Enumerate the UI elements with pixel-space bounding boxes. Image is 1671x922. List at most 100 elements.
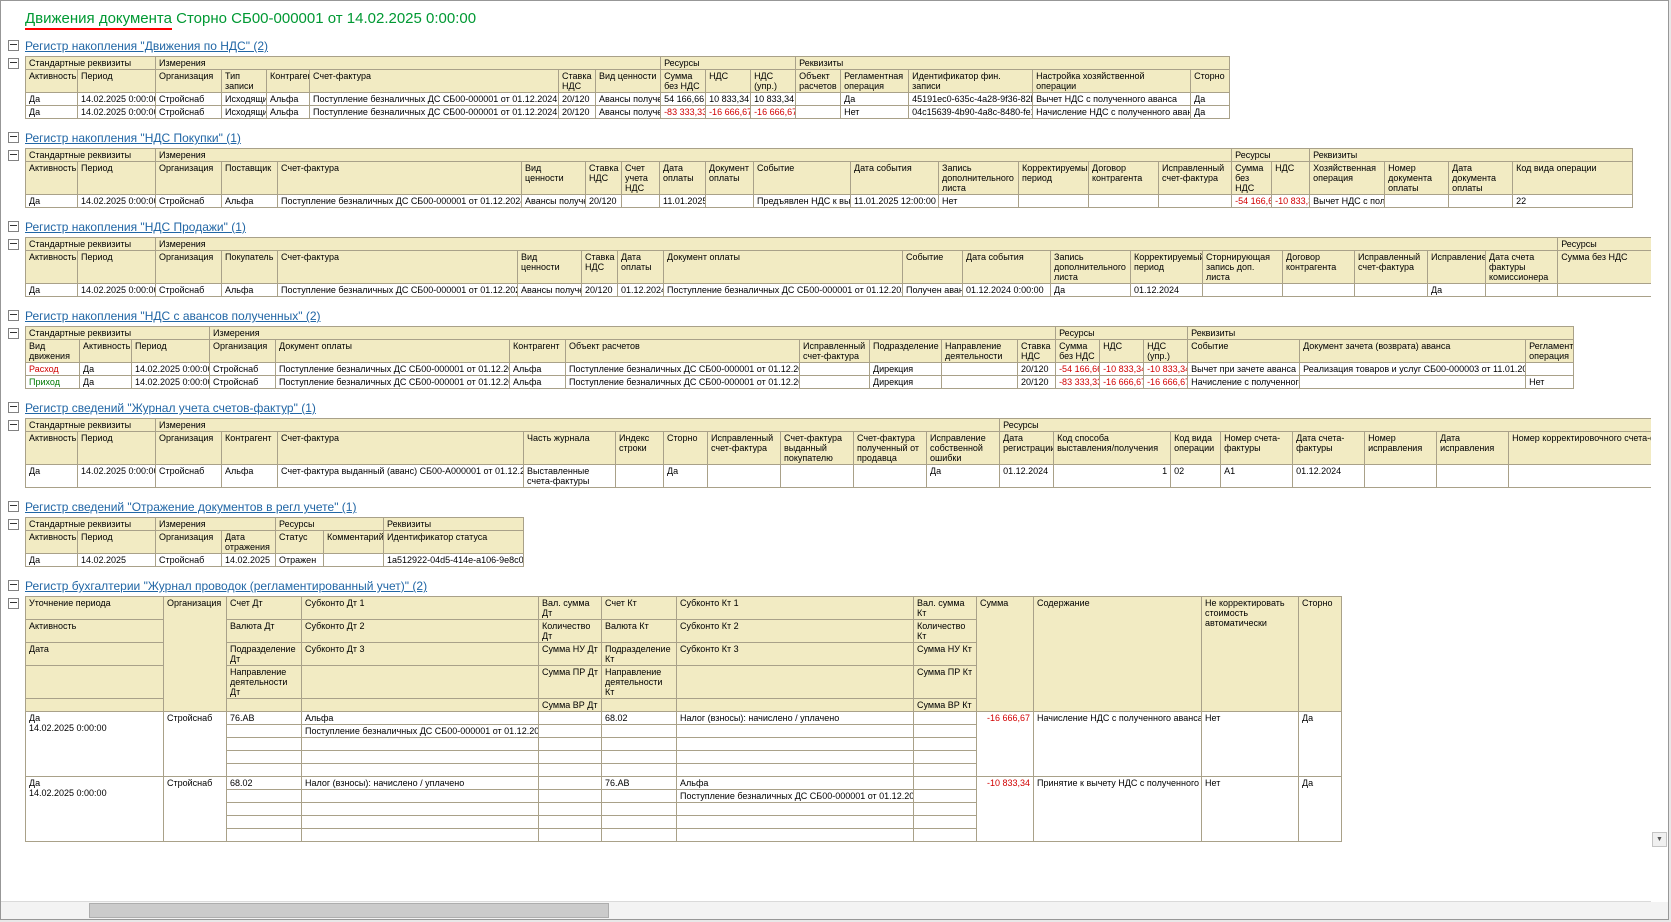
cell[interactable]: Счет-фактура выданный (аванс) СБ00-А0000…: [277, 464, 525, 488]
vertical-scrollbar[interactable]: ▼: [1651, 1, 1668, 902]
cell[interactable]: [913, 763, 977, 777]
cell[interactable]: Да: [926, 464, 1001, 488]
collapse-icon[interactable]: [8, 402, 19, 413]
collapse-icon[interactable]: [8, 239, 19, 250]
cell[interactable]: [1525, 362, 1575, 376]
cell[interactable]: Стройснаб: [155, 283, 223, 297]
cell[interactable]: [676, 724, 914, 738]
cell[interactable]: [853, 464, 928, 488]
cell[interactable]: Начисление НДС с полученного аванса: [1032, 105, 1192, 119]
collapse-icon[interactable]: [8, 420, 19, 431]
cell[interactable]: Поступление безналичных ДС СБ00-000001 о…: [565, 362, 801, 376]
cell[interactable]: Налог (взносы): начислено / уплачено: [676, 711, 914, 725]
cell[interactable]: [707, 464, 782, 488]
cell[interactable]: [1354, 283, 1429, 297]
cell[interactable]: [615, 464, 665, 488]
cell[interactable]: 20/120: [558, 105, 597, 119]
cell[interactable]: 02: [1170, 464, 1222, 488]
cell[interactable]: 45191ec0-635c-4a28-9f36-82b26e05f721: [908, 92, 1034, 106]
cell[interactable]: Да 14.02.2025 0:00:00: [25, 711, 164, 777]
cell[interactable]: [795, 92, 842, 106]
collapse-icon[interactable]: [8, 58, 19, 69]
cell[interactable]: 14.02.2025 0:00:00: [76, 92, 157, 106]
cell[interactable]: -10 833,34: [1143, 362, 1189, 376]
cell[interactable]: -83 333,33: [660, 105, 707, 119]
cell[interactable]: [538, 789, 602, 803]
cell[interactable]: [941, 362, 1019, 376]
cell[interactable]: [601, 802, 677, 816]
section-title-link[interactable]: Регистр накопления "НДС Продажи" (1): [25, 220, 246, 234]
cell[interactable]: Налог (взносы): начислено / уплачено: [301, 776, 539, 790]
cell[interactable]: [301, 815, 539, 829]
cell[interactable]: [538, 776, 602, 790]
cell[interactable]: 14.02.2025 0:00:00: [76, 105, 157, 119]
cell[interactable]: [676, 750, 914, 764]
cell[interactable]: Принятие к вычету НДС с полученного аван…: [1033, 776, 1202, 842]
cell[interactable]: Поступление безналичных ДС СБ00-000001 о…: [275, 375, 511, 389]
cell[interactable]: Стройснаб: [155, 553, 223, 567]
cell[interactable]: [676, 802, 914, 816]
cell[interactable]: 01.12.2024 0:00:00: [962, 283, 1052, 297]
cell[interactable]: Да: [25, 553, 78, 567]
cell[interactable]: 01.12.2024: [999, 464, 1055, 488]
cell[interactable]: [913, 737, 977, 751]
cell[interactable]: Получен аванс: [902, 283, 964, 297]
cell[interactable]: [780, 464, 855, 488]
cell[interactable]: -54 166,66: [1055, 362, 1101, 376]
cell[interactable]: Да: [663, 464, 709, 488]
cell[interactable]: [538, 815, 602, 829]
cell[interactable]: Да: [79, 362, 132, 376]
cell[interactable]: [913, 815, 977, 829]
cell[interactable]: -54 166,66: [1231, 194, 1273, 208]
cell[interactable]: [601, 789, 677, 803]
cell[interactable]: 76.АВ: [601, 776, 677, 790]
cell[interactable]: [601, 828, 677, 842]
collapse-icon[interactable]: [8, 150, 19, 161]
cell[interactable]: [676, 828, 914, 842]
cell[interactable]: 1: [1053, 464, 1172, 488]
cell[interactable]: Да: [1427, 283, 1487, 297]
cell[interactable]: [621, 194, 661, 208]
cell[interactable]: 20/120: [558, 92, 597, 106]
cell[interactable]: [226, 763, 302, 777]
cell[interactable]: Поступление безналичных ДС СБ00-000001 о…: [301, 724, 539, 738]
cell[interactable]: Альфа: [509, 375, 567, 389]
cell[interactable]: [795, 105, 842, 119]
cell[interactable]: Стройснаб: [209, 375, 277, 389]
cell[interactable]: -83 333,33: [1557, 283, 1651, 297]
cell[interactable]: [1158, 194, 1233, 208]
cell[interactable]: [226, 750, 302, 764]
cell[interactable]: Поступление безналичных ДС СБ00-000001 о…: [275, 362, 511, 376]
collapse-icon[interactable]: [8, 328, 19, 339]
cell[interactable]: -16 666,67: [1143, 375, 1189, 389]
cell[interactable]: [913, 828, 977, 842]
cell[interactable]: 20/120: [1017, 362, 1057, 376]
cell[interactable]: [676, 763, 914, 777]
section-title-link[interactable]: Регистр сведений "Отражение документов в…: [25, 500, 356, 514]
collapse-icon[interactable]: [8, 40, 19, 51]
cell[interactable]: -10 833,34: [1271, 194, 1311, 208]
cell[interactable]: А1: [1220, 464, 1294, 488]
cell[interactable]: Да: [1190, 105, 1231, 119]
cell[interactable]: [1436, 464, 1510, 488]
cell[interactable]: Да: [1190, 92, 1231, 106]
cell[interactable]: Дирекция: [869, 375, 943, 389]
cell[interactable]: Стройснаб: [155, 92, 223, 106]
cell[interactable]: 10 833,34: [750, 92, 797, 106]
scroll-down-button[interactable]: ▼: [1652, 832, 1667, 847]
cell[interactable]: [601, 737, 677, 751]
cell[interactable]: 14.02.2025 0:00:00: [130, 375, 211, 389]
cell[interactable]: -16 666,67: [705, 105, 752, 119]
cell[interactable]: Авансы полученные: [595, 92, 662, 106]
cell[interactable]: Да: [25, 92, 78, 106]
cell[interactable]: [913, 802, 977, 816]
cell[interactable]: [226, 724, 302, 738]
cell[interactable]: Альфа: [266, 92, 311, 106]
cell[interactable]: Стройснаб: [163, 776, 227, 842]
cell[interactable]: [1508, 464, 1651, 488]
cell[interactable]: 20/120: [581, 283, 619, 297]
cell[interactable]: 14.02.2025: [76, 553, 157, 567]
cell[interactable]: -16 666,67: [1099, 375, 1145, 389]
cell[interactable]: [913, 776, 977, 790]
cell[interactable]: [799, 362, 871, 376]
